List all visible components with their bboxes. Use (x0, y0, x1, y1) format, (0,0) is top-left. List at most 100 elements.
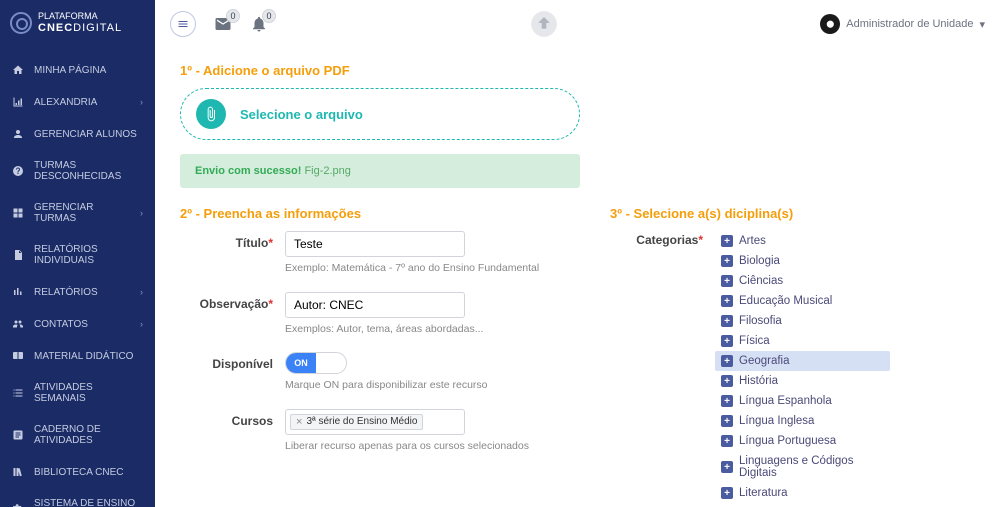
nav-label: SISTEMA DE ENSINO CNEC (34, 498, 143, 507)
category-label: Língua Espanhola (739, 395, 832, 407)
nav-icon (12, 128, 24, 140)
category-item[interactable]: +Matemática (715, 503, 890, 507)
nav-icon (12, 286, 24, 298)
nav-icon (12, 466, 24, 478)
nav-list: MINHA PÁGINA ALEXANDRIA› GERENCIAR ALUNOS T… (0, 46, 155, 507)
topbar: 0 0 ⬤ Administrador de Unidade ▾ (155, 0, 1000, 48)
curso-tag: × 3ª série do Ensino Médio (290, 414, 423, 430)
category-label: Física (739, 335, 770, 347)
category-label: História (739, 375, 778, 387)
chevron-right-icon: › (140, 97, 143, 107)
brand-logo[interactable]: PLATAFORMA CNECDIGITAL (0, 0, 155, 46)
titulo-help: Exemplo: Matemática - 7º ano do Ensino F… (285, 262, 580, 276)
categorias-label: Categorias* (610, 231, 715, 507)
step2-column: 2º - Preencha as informações Título* Exe… (180, 206, 580, 507)
nav-label: RELATÓRIOS (34, 287, 130, 298)
plus-icon: + (721, 235, 733, 247)
chevron-right-icon: › (140, 287, 143, 297)
category-label: Língua Inglesa (739, 415, 814, 427)
category-item[interactable]: + Linguagens e Códigos Digitais (715, 451, 890, 483)
observacao-help: Exemplos: Autor, tema, áreas abordadas..… (285, 323, 580, 337)
success-alert: Envio com sucesso! Fig-2.png (180, 154, 580, 188)
step3-header: 3º - Selecione a(s) diciplina(s) (610, 206, 890, 221)
nav-label: CONTATOS (34, 319, 130, 330)
file-select-label: Selecione o arquivo (240, 107, 363, 122)
titulo-label: Título* (180, 231, 285, 276)
brand-line1: PLATAFORMA (38, 12, 122, 22)
nav-icon (12, 503, 24, 507)
nav-item-12[interactable]: SISTEMA DE ENSINO CNEC (0, 488, 155, 507)
main-content: 1º - Adicione o arquivo PDF Selecione o … (155, 48, 1000, 507)
titulo-input[interactable] (285, 231, 465, 257)
plus-icon: + (721, 461, 733, 473)
nav-label: MATERIAL DIDÁTICO (34, 351, 143, 362)
disponivel-toggle[interactable]: ON (285, 352, 347, 374)
nav-icon (12, 165, 24, 177)
category-item[interactable]: + Literatura (715, 483, 890, 503)
observacao-input[interactable] (285, 292, 465, 318)
category-item[interactable]: +História (715, 371, 890, 391)
nav-item-11[interactable]: BIBLIOTECA CNEC (0, 456, 155, 488)
upload-arrow-icon[interactable] (530, 10, 558, 38)
category-item[interactable]: +Ciências (715, 271, 890, 291)
step1-header: 1º - Adicione o arquivo PDF (180, 63, 975, 78)
nav-item-6[interactable]: RELATÓRIOS › (0, 276, 155, 308)
bell-icon[interactable]: 0 (250, 15, 268, 33)
category-label: Língua Portuguesa (739, 435, 836, 447)
tag-label: 3ª série do Ensino Médio (306, 416, 417, 427)
nav-item-10[interactable]: CADERNO DE ATIVIDADES (0, 414, 155, 456)
nav-item-9[interactable]: ATIVIDADES SEMANAIS (0, 372, 155, 414)
disponivel-help: Marque ON para disponibilizar este recur… (285, 379, 580, 393)
category-item[interactable]: +Biologia (715, 251, 890, 271)
alert-file: Fig-2.png (304, 165, 350, 177)
category-item[interactable]: +Educação Musical (715, 291, 890, 311)
nav-item-1[interactable]: ALEXANDRIA› (0, 86, 155, 118)
tag-remove-icon[interactable]: × (296, 416, 302, 428)
messages-icon[interactable]: 0 (214, 15, 232, 33)
category-item[interactable]: + Artes (715, 231, 890, 251)
nav-item-3[interactable]: TURMAS DESCONHECIDAS (0, 150, 155, 192)
category-label: Geografia (739, 355, 790, 367)
file-select-button[interactable]: Selecione o arquivo (180, 88, 580, 140)
plus-icon: + (721, 335, 733, 347)
nav-item-7[interactable]: CONTATOS› (0, 308, 155, 340)
category-list: + Artes +Biologia+Ciências+Educação Musica… (715, 231, 890, 507)
plus-icon: + (721, 275, 733, 287)
nav-icon (12, 207, 24, 219)
nav-item-5[interactable]: RELATÓRIOS INDIVIDUAIS (0, 234, 155, 276)
category-label: Linguagens e Códigos Digitais (739, 455, 884, 479)
category-item[interactable]: +Língua Portuguesa (715, 431, 890, 451)
cursos-input[interactable]: × 3ª série do Ensino Médio (285, 409, 465, 435)
nav-label: GERENCIAR ALUNOS (34, 129, 143, 140)
category-label: Literatura (739, 487, 788, 499)
category-item[interactable]: +Filosofia (715, 311, 890, 331)
user-menu[interactable]: ⬤ Administrador de Unidade ▾ (820, 14, 985, 34)
sidebar: PLATAFORMA CNECDIGITAL MINHA PÁGINA ALEXA… (0, 0, 155, 507)
nav-icon (12, 350, 24, 362)
category-item[interactable]: +Geografia (715, 351, 890, 371)
alerts-badge: 0 (262, 9, 276, 23)
chevron-down-icon: ▾ (979, 18, 985, 31)
nav-item-0[interactable]: MINHA PÁGINA (0, 54, 155, 86)
alert-bold: Envio com sucesso! (195, 165, 301, 177)
nav-label: RELATÓRIOS INDIVIDUAIS (34, 244, 143, 266)
nav-label: CADERNO DE ATIVIDADES (34, 424, 143, 446)
brand-line2: CNEC (38, 22, 73, 34)
brand-text: PLATAFORMA CNECDIGITAL (38, 12, 122, 34)
step3-column: 3º - Selecione a(s) diciplina(s) Categor… (610, 206, 890, 507)
nav-label: MINHA PÁGINA (34, 65, 143, 76)
menu-toggle[interactable] (170, 11, 196, 37)
category-item[interactable]: +Língua Espanhola (715, 391, 890, 411)
category-item[interactable]: + Física (715, 331, 890, 351)
category-item[interactable]: +Língua Inglesa (715, 411, 890, 431)
attach-icon (196, 99, 226, 129)
cursos-help: Liberar recurso apenas para os cursos se… (285, 440, 580, 454)
nav-icon (12, 318, 24, 330)
category-label: Artes (739, 235, 766, 247)
plus-icon: + (721, 487, 733, 499)
nav-icon (12, 96, 24, 108)
nav-item-8[interactable]: MATERIAL DIDÁTICO (0, 340, 155, 372)
nav-item-4[interactable]: GERENCIAR TURMAS› (0, 192, 155, 234)
brand-line3: DIGITAL (73, 22, 122, 34)
nav-item-2[interactable]: GERENCIAR ALUNOS (0, 118, 155, 150)
